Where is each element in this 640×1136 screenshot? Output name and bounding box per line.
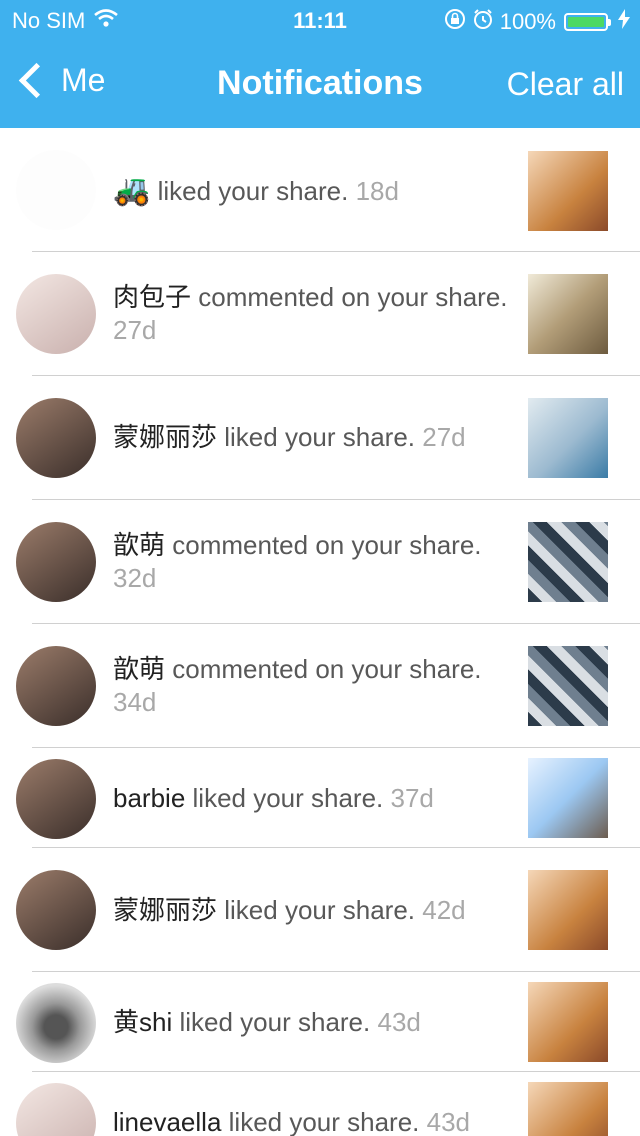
action-text: commented on your share. [172,654,482,684]
status-bar: No SIM 11:11 100% [0,0,640,40]
action-text: commented on your share. [198,282,508,312]
notification-row[interactable]: 蒙娜丽莎 liked your share. 42d [0,848,640,972]
notification-text: 黄shi liked your share. 43d [113,1006,518,1039]
share-thumbnail[interactable] [528,522,608,602]
age-text: 18d [355,176,399,206]
notification-text: barbie liked your share. 37d [113,782,518,815]
age-text: 32d [113,563,157,593]
user-name[interactable]: 黄shi [113,1007,172,1037]
avatar[interactable] [16,1083,96,1136]
user-name[interactable]: 蒙娜丽莎 [113,895,217,925]
clear-all-button[interactable]: Clear all [507,66,624,103]
share-thumbnail[interactable] [528,1082,608,1136]
share-thumbnail[interactable] [528,274,608,354]
avatar[interactable] [16,759,96,839]
age-text: 34d [113,687,157,717]
avatar[interactable] [16,274,96,354]
action-text: liked your share. [157,176,349,206]
battery-percent: 100% [499,9,556,34]
notification-row[interactable]: 🚜 liked your share. 18d [0,128,640,252]
rotation-lock-icon [444,8,466,36]
notification-row[interactable]: 歆萌 commented on your share. 32d [0,500,640,624]
action-text: commented on your share. [172,530,482,560]
action-text: liked your share. [192,783,384,813]
notification-row[interactable]: barbie liked your share. 37d [0,748,640,848]
share-thumbnail[interactable] [528,398,608,478]
charging-icon [618,9,630,35]
notification-text: linevaella liked your share. 43d [113,1106,518,1136]
battery-level [568,17,604,27]
user-name[interactable]: 蒙娜丽莎 [113,422,217,452]
share-thumbnail[interactable] [528,870,608,950]
share-thumbnail[interactable] [528,151,608,231]
age-text: 43d [377,1007,421,1037]
avatar[interactable] [16,646,96,726]
age-text: 37d [390,783,434,813]
notification-row[interactable]: 蒙娜丽莎 liked your share. 27d [0,376,640,500]
notification-text: 🚜 liked your share. 18d [113,174,518,208]
user-name[interactable]: 肉包子 [113,282,191,312]
user-name[interactable]: 🚜 [113,174,150,207]
notification-row[interactable]: 肉包子 commented on your share. 27d [0,252,640,376]
alarm-icon [472,8,494,36]
action-text: liked your share. [228,1107,420,1136]
user-name[interactable]: 歆萌 [113,654,165,684]
user-name[interactable]: barbie [113,783,185,813]
age-text: 42d [422,895,466,925]
avatar[interactable] [16,150,96,230]
notification-text: 蒙娜丽莎 liked your share. 42d [113,894,518,927]
notification-text: 歆萌 commented on your share. 34d [113,653,518,719]
action-text: liked your share. [224,422,416,452]
action-text: liked your share. [179,1007,371,1037]
user-name[interactable]: linevaella [113,1107,221,1136]
status-right: 100% [438,8,630,36]
share-thumbnail[interactable] [528,982,608,1062]
notification-text: 蒙娜丽莎 liked your share. 27d [113,421,518,454]
notification-row[interactable]: 黄shi liked your share. 43d [0,972,640,1072]
notification-list: 🚜 liked your share. 18d 肉包子 commented on… [0,128,640,1136]
age-text: 27d [113,315,157,345]
notification-row[interactable]: linevaella liked your share. 43d [0,1072,640,1136]
notification-row[interactable]: 歆萌 commented on your share. 34d [0,624,640,748]
action-text: liked your share. [224,895,416,925]
battery-icon [564,13,611,31]
user-name[interactable]: 歆萌 [113,530,165,560]
notification-text: 肉包子 commented on your share. 27d [113,281,518,347]
share-thumbnail[interactable] [528,758,608,838]
avatar[interactable] [16,522,96,602]
avatar[interactable] [16,398,96,478]
avatar[interactable] [16,870,96,950]
avatar[interactable] [16,983,96,1063]
age-text: 27d [422,422,466,452]
share-thumbnail[interactable] [528,646,608,726]
app-header: No SIM 11:11 100% Me Notifications Clear… [0,0,640,128]
age-text: 43d [426,1107,471,1136]
notification-text: 歆萌 commented on your share. 32d [113,529,518,595]
nav-bar: Me Notifications Clear all [0,40,640,128]
